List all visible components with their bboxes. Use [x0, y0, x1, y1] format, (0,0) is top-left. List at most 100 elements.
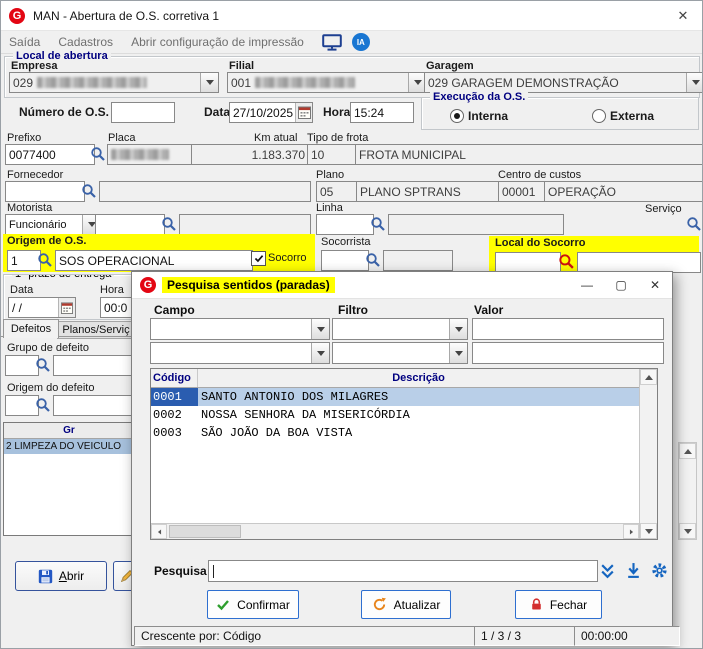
plano-label: Plano — [316, 169, 345, 181]
campo-combo-2-dropdown-icon[interactable] — [311, 343, 329, 363]
gear-icon[interactable] — [650, 561, 668, 579]
table-row[interactable]: 0002 NOSSA SENHORA DA MISERICÓRDIA — [151, 406, 639, 424]
radio-externa[interactable] — [592, 109, 606, 123]
fornecedor-search-icon[interactable] — [80, 182, 98, 200]
centro-custos-code: 00001 — [502, 184, 536, 199]
defeito-grid-selected-row[interactable]: 2 LIMPEZA DO VEICULO — [4, 439, 134, 454]
origem-os-highlight: Origem de O.S. 1 SOS OPERACIONAL Socorro — [3, 234, 315, 272]
garagem-dropdown-icon[interactable] — [686, 73, 702, 92]
monitor-icon[interactable] — [322, 34, 342, 51]
scroll-down-icon[interactable] — [640, 523, 657, 539]
campo-combo-2[interactable] — [150, 342, 330, 364]
table-row[interactable]: 0003 SÃO JOÃO DA BOA VISTA — [151, 424, 639, 442]
background-grid-scrollbar[interactable] — [678, 442, 697, 540]
filial-label: Filial — [229, 60, 255, 72]
motorista-tipo-combo[interactable]: Funcionário — [5, 214, 101, 235]
radio-interna[interactable] — [450, 109, 464, 123]
km-label: Km atual — [254, 132, 298, 144]
origem-os-search-icon[interactable] — [36, 251, 54, 269]
grupo-defeito-search-icon[interactable] — [34, 356, 52, 374]
row-descricao: NOSSA SENHORA DA MISERICÓRDIA — [201, 408, 410, 422]
redacted-filial-name — [255, 77, 356, 88]
linha-search-icon[interactable] — [369, 215, 387, 233]
prazo-calendar-icon[interactable] — [58, 298, 75, 317]
data-input[interactable]: 27/10/2025 — [229, 102, 313, 123]
tab-defeitos[interactable]: Defeitos — [3, 319, 59, 338]
refresh-icon — [372, 597, 387, 612]
prefixo-input[interactable]: 0077400 — [5, 144, 95, 165]
filtro-combo-1[interactable] — [332, 318, 468, 340]
fornecedor-input[interactable] — [5, 181, 85, 202]
row-codigo: 0001 — [151, 388, 198, 406]
hscroll-thumb[interactable] — [169, 525, 241, 538]
col-descricao[interactable]: Descrição — [198, 369, 639, 387]
campo-combo-1-dropdown-icon[interactable] — [311, 319, 329, 339]
campo-combo-1[interactable] — [150, 318, 330, 340]
scroll-up-icon[interactable] — [640, 369, 657, 385]
pesquisa-input[interactable] — [208, 560, 598, 582]
prazo-hora-input[interactable]: 00:0 — [100, 297, 132, 318]
atualizar-button[interactable]: Atualizar — [361, 590, 451, 619]
prazo-data-input[interactable]: / / — [8, 297, 76, 318]
garagem-combo: 029 GARAGEM DEMONSTRAÇÃO — [424, 72, 702, 93]
socorro-checkbox[interactable] — [251, 251, 266, 266]
centro-custos-code-field: 00001 — [498, 181, 550, 202]
calendar-icon[interactable] — [295, 103, 312, 122]
local-socorro-input[interactable] — [495, 252, 561, 273]
local-socorro-search-icon[interactable] — [557, 252, 575, 270]
result-grid-hscrollbar[interactable] — [151, 523, 639, 539]
valor-input-1[interactable] — [472, 318, 664, 340]
valor-input-2[interactable] — [472, 342, 664, 364]
prefixo-search-icon[interactable] — [89, 145, 107, 163]
dialog-logo-icon: G — [140, 277, 156, 293]
pesquisa-label: Pesquisa — [154, 564, 207, 578]
motorista-search-icon[interactable] — [160, 215, 178, 233]
placa-input[interactable] — [107, 144, 197, 165]
ia-badge[interactable]: IA — [351, 33, 370, 51]
double-chevron-down-icon[interactable] — [598, 561, 616, 579]
scroll-right-icon[interactable] — [623, 524, 639, 539]
scroll-down-icon[interactable] — [679, 523, 696, 539]
servico-search-icon[interactable] — [685, 215, 703, 233]
confirmar-button[interactable]: Confirmar — [207, 590, 299, 619]
scroll-up-icon[interactable] — [679, 443, 696, 459]
table-row[interactable]: 0001 SANTO ANTONIO DOS MILAGRES — [151, 388, 639, 406]
result-grid-vscrollbar[interactable] — [639, 369, 657, 539]
socorrista-search-icon[interactable] — [364, 251, 382, 269]
redacted-placa — [111, 149, 169, 160]
hora-label: Hora — [323, 105, 351, 119]
filtro-combo-2-dropdown-icon[interactable] — [449, 343, 467, 363]
close-icon[interactable]: ✕ — [662, 1, 702, 30]
col-codigo[interactable]: Código — [151, 369, 198, 387]
abrir-button[interactable]: Abrir — [15, 561, 107, 591]
minimize-icon[interactable]: — — [570, 272, 604, 298]
arrow-to-line-icon[interactable] — [624, 561, 642, 579]
motorista-tipo-value: Funcionário — [9, 218, 67, 231]
redacted-empresa-name — [37, 77, 148, 88]
local-socorro-desc-input[interactable] — [577, 252, 701, 273]
tipo-frota-label: Tipo de frota — [307, 132, 369, 144]
fechar-button[interactable]: Fechar — [515, 590, 602, 619]
main-titlebar: G MAN - Abertura de O.S. corretiva 1 ✕ — [1, 1, 702, 31]
menu-config-impressao[interactable]: Abrir configuração de impressão — [131, 35, 304, 49]
menu-saida[interactable]: Saída — [9, 35, 40, 49]
socorrista-input[interactable] — [321, 250, 369, 271]
filtro-combo-1-dropdown-icon[interactable] — [449, 319, 467, 339]
centro-custos-desc-field: OPERAÇÃO — [544, 181, 702, 202]
origem-defeito-search-icon[interactable] — [34, 396, 52, 414]
dialog-close-icon[interactable]: ✕ — [638, 272, 672, 298]
scroll-left-icon[interactable] — [151, 524, 167, 539]
filtro-combo-2[interactable] — [332, 342, 468, 364]
hora-input[interactable]: 15:24 — [350, 102, 414, 123]
empresa-dropdown-icon[interactable] — [200, 73, 218, 92]
result-grid-header: Código Descrição — [151, 369, 639, 388]
menu-cadastros[interactable]: Cadastros — [58, 35, 113, 49]
linha-input[interactable] — [316, 214, 374, 235]
motorista-code-input[interactable] — [95, 214, 165, 235]
plano-desc: PLANO SPTRANS — [360, 184, 461, 199]
pesquisa-dialog-titlebar: G Pesquisa sentidos (paradas) — ▢ ✕ — [132, 272, 672, 299]
save-icon — [38, 569, 53, 584]
km-value: 1.183.370 — [251, 147, 305, 162]
numero-os-input[interactable] — [111, 102, 175, 123]
maximize-icon[interactable]: ▢ — [604, 272, 638, 298]
